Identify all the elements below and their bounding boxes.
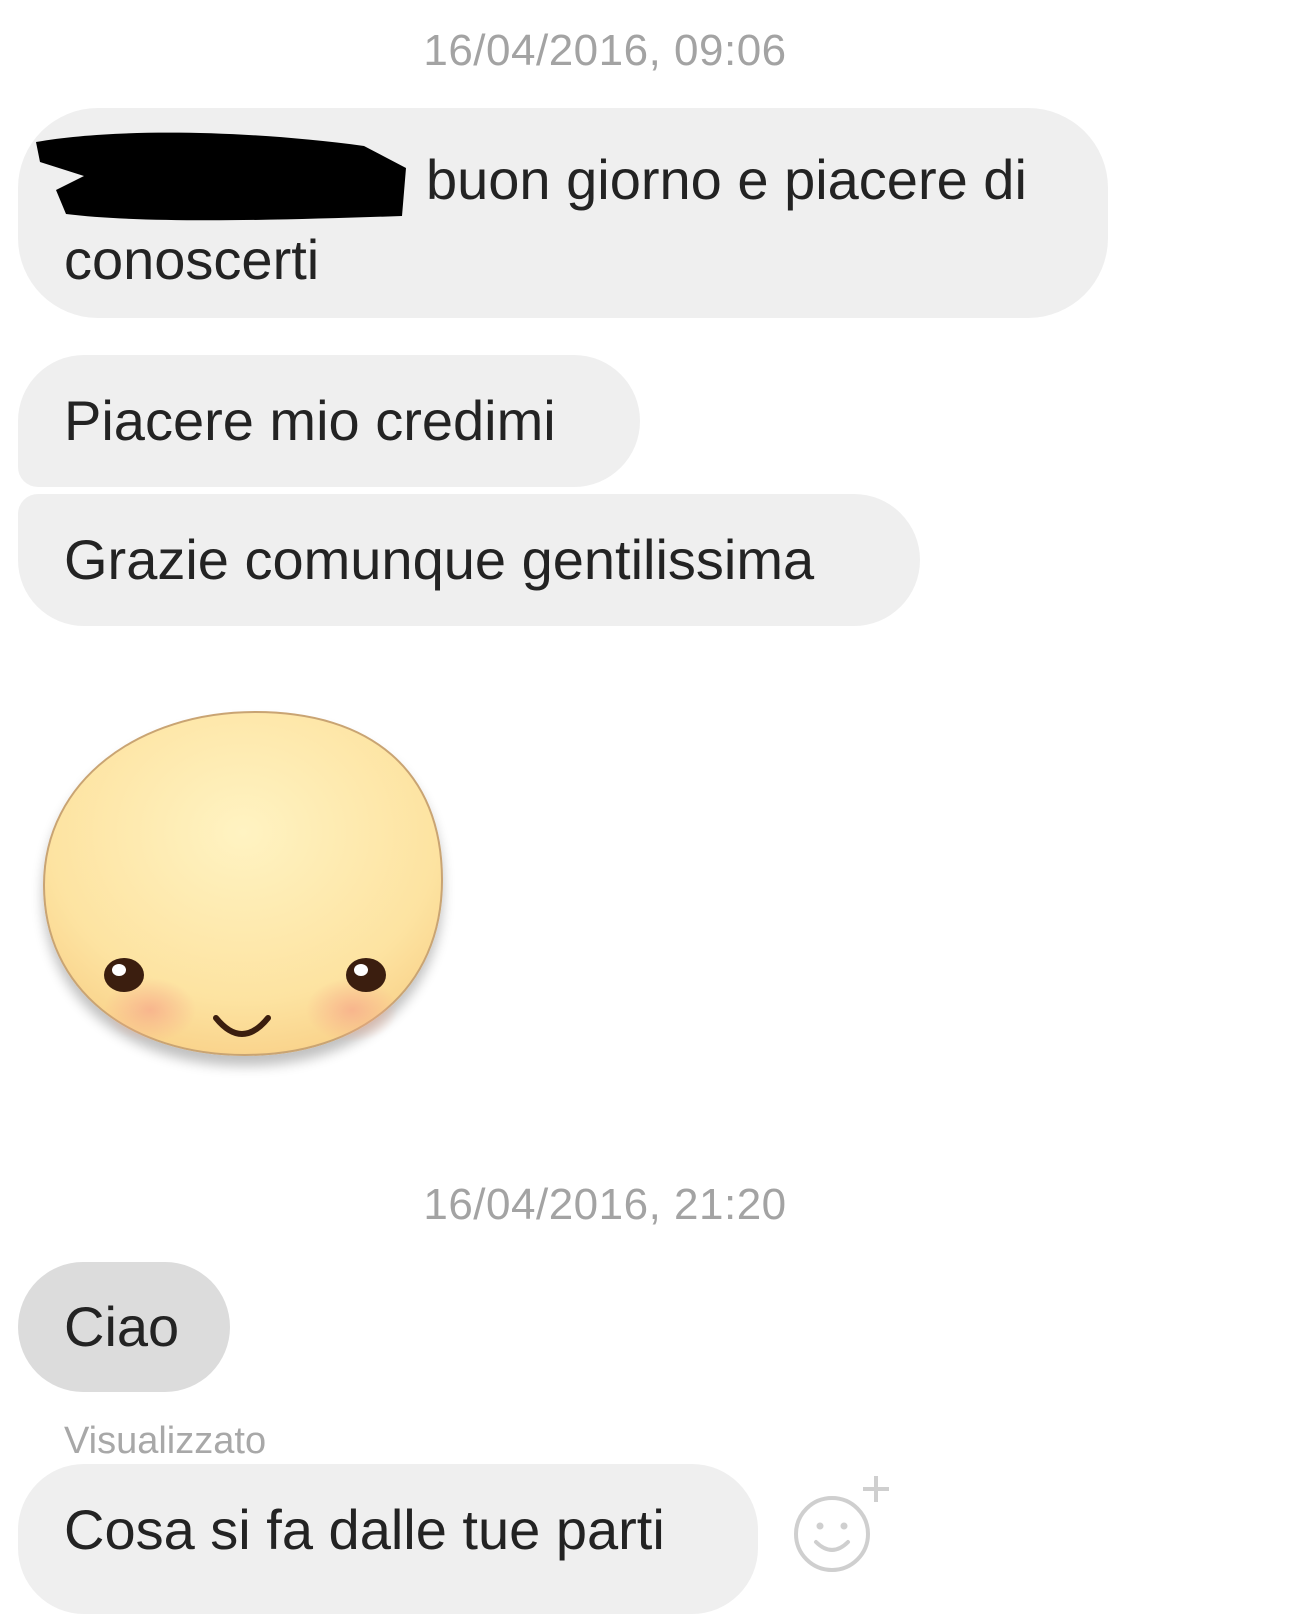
message-3-text: Grazie comunque gentilissima <box>64 528 815 591</box>
timestamp-2: 16/04/2016, 21:20 <box>423 1180 787 1229</box>
redaction-mark <box>36 132 406 221</box>
message-5-text: Cosa si fa dalle tue parti <box>64 1498 665 1561</box>
message-1-line-1: buon giorno e piacere di <box>426 148 1027 211</box>
message-bubble-3[interactable]: Grazie comunque gentilissima <box>18 494 920 626</box>
message-2-text: Piacere mio credimi <box>64 389 556 452</box>
add-reaction-smiley-icon[interactable] <box>788 1470 898 1580</box>
timestamp-1: 16/04/2016, 09:06 <box>423 26 787 75</box>
message-bubble-2[interactable]: Piacere mio credimi <box>18 355 640 487</box>
smiling-blob-face-sticker[interactable] <box>30 700 470 1100</box>
message-4-text: Ciao <box>64 1295 180 1358</box>
message-bubble-4[interactable]: Ciao <box>18 1262 230 1392</box>
message-bubble-1[interactable]: buon giorno e piacere di conoscerti <box>18 108 1108 318</box>
message-1-line-2: conoscerti <box>64 228 320 291</box>
seen-status: Visualizzato <box>64 1420 267 1462</box>
